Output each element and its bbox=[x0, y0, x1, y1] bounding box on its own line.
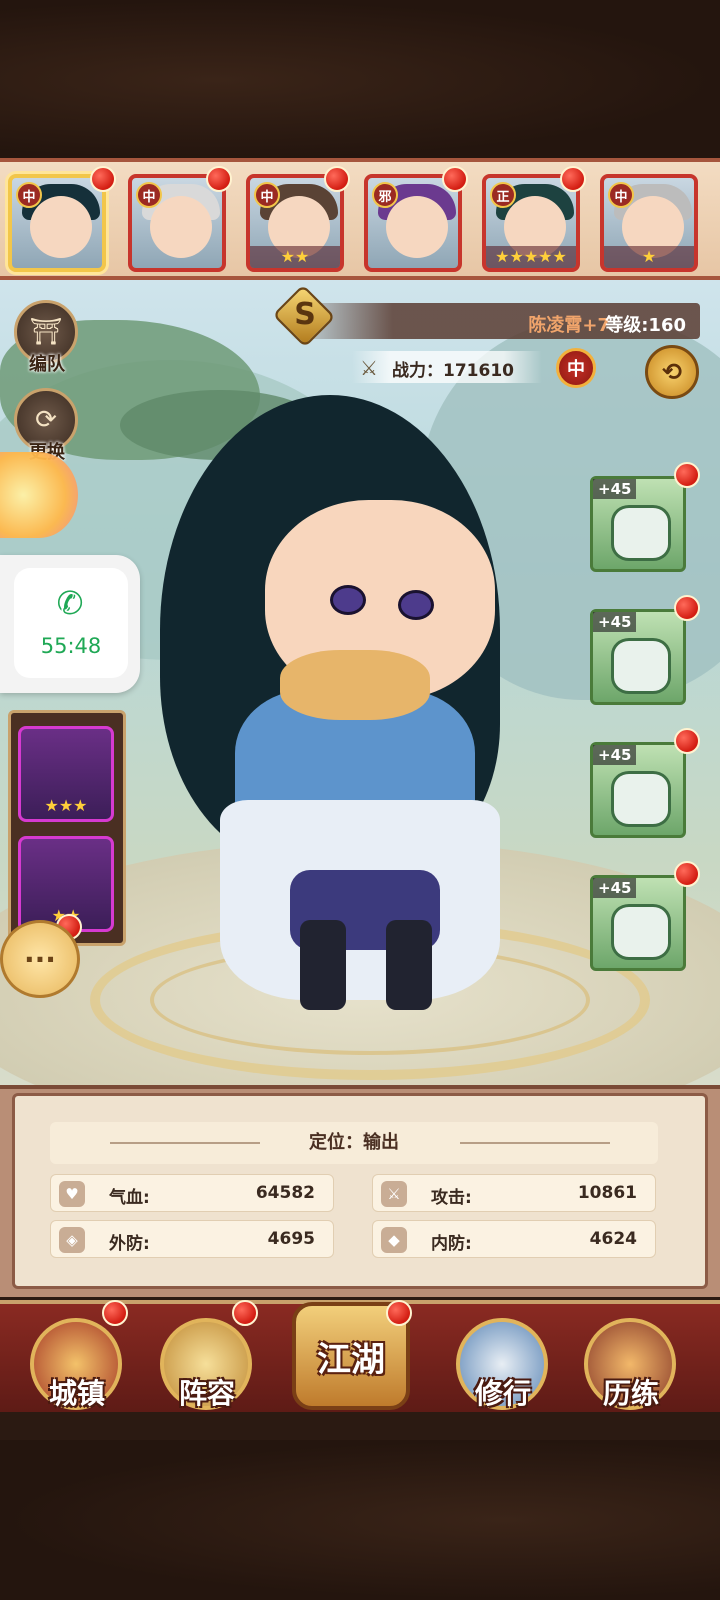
enhance-level: +45 bbox=[593, 479, 637, 499]
event-badge[interactable] bbox=[0, 452, 78, 538]
stat-attack: ⚔ 攻击: 10861 bbox=[372, 1174, 656, 1212]
sword-icon: ⚔ bbox=[381, 1181, 407, 1207]
enhance-level: +45 bbox=[593, 745, 637, 765]
alert-dot bbox=[442, 166, 468, 192]
faction-tag: 中 bbox=[254, 182, 280, 208]
crossed-swords-icon: ⚔ bbox=[360, 356, 378, 380]
nav-jianghu-label: 江湖 bbox=[317, 1340, 385, 1380]
faction-tag: 邪 bbox=[372, 182, 398, 208]
nav-lineup-label: 阵容 bbox=[178, 1377, 235, 1410]
hero-scarf bbox=[280, 650, 430, 720]
hero-card-1[interactable]: 中 bbox=[8, 174, 106, 272]
equip-helmet[interactable]: +45 bbox=[590, 875, 686, 971]
stat-value: 4695 bbox=[267, 1229, 315, 1249]
hero-stars: ★★ bbox=[250, 246, 340, 268]
hero-stars: ★★★★★ bbox=[486, 246, 576, 268]
flame-shield-icon: ◆ bbox=[381, 1227, 407, 1253]
faction-badge: 中 bbox=[556, 348, 596, 388]
equip-weapon[interactable]: +45 bbox=[590, 476, 686, 572]
swap-hero-icon[interactable]: ⟲ bbox=[645, 345, 699, 399]
alert-dot bbox=[560, 166, 586, 192]
hero-roster-bar: 中 中 中 ★★ 邪 正 ★★★★★ 中 ★ bbox=[0, 158, 720, 280]
alert-dot bbox=[674, 462, 700, 488]
nav-town-label: 城镇 bbox=[48, 1377, 105, 1410]
stat-inner-defense: ◆ 内防: 4624 bbox=[372, 1220, 656, 1258]
alert-dot bbox=[324, 166, 350, 192]
stat-label: 外防: bbox=[109, 1234, 150, 1254]
boots-icon bbox=[611, 638, 671, 694]
hero-name: 陈凌霄+7 bbox=[528, 315, 610, 336]
alert-dot bbox=[674, 861, 700, 887]
formation-label: 编队 bbox=[29, 354, 65, 375]
top-frame bbox=[0, 0, 720, 160]
nav-cultivate-label: 修行 bbox=[474, 1377, 531, 1410]
faction-tag: 正 bbox=[490, 182, 516, 208]
stat-label: 攻击: bbox=[431, 1188, 472, 1208]
call-timer: 55:48 bbox=[40, 634, 102, 658]
divider bbox=[460, 1142, 610, 1144]
equip-boots[interactable]: +45 bbox=[590, 609, 686, 705]
alert-dot bbox=[90, 166, 116, 192]
artifact-slot-1[interactable]: ★★★ bbox=[18, 726, 114, 822]
hero-leg-right bbox=[386, 920, 432, 1010]
enhance-level: +45 bbox=[593, 612, 637, 632]
shield-icon: ◈ bbox=[59, 1227, 85, 1253]
stat-value: 10861 bbox=[577, 1183, 637, 1203]
stat-value: 64582 bbox=[255, 1183, 315, 1203]
combat-power: 战力：171610 bbox=[392, 361, 514, 381]
stat-outer-defense: ◈ 外防: 4695 bbox=[50, 1220, 334, 1258]
stat-hp: ♥ 气血: 64582 bbox=[50, 1174, 334, 1212]
helmet-icon bbox=[611, 904, 671, 960]
phone-icon: ✆ bbox=[56, 584, 84, 622]
armor-icon bbox=[611, 771, 671, 827]
artifact-stars: ★★★ bbox=[44, 796, 88, 815]
hero-eye-left bbox=[330, 585, 366, 615]
banner-icon: ⛩ bbox=[29, 317, 63, 347]
divider bbox=[110, 1142, 260, 1144]
alert-dot bbox=[232, 1300, 258, 1326]
hero-name-bar: 陈凌霄+7 等级:160 bbox=[290, 303, 700, 339]
faction-tag: 中 bbox=[136, 182, 162, 208]
alert-dot bbox=[386, 1300, 412, 1326]
heart-icon: ♥ bbox=[59, 1181, 85, 1207]
hero-eye-right bbox=[398, 590, 434, 620]
bottom-frame bbox=[0, 1440, 720, 1600]
equip-armor[interactable]: +45 bbox=[590, 742, 686, 838]
alert-dot bbox=[206, 166, 232, 192]
chat-bubble-icon[interactable]: ··· bbox=[0, 920, 80, 998]
enhance-level: +45 bbox=[593, 878, 637, 898]
hero-stars: ★ bbox=[604, 246, 694, 268]
refresh-icon: ⟳ bbox=[35, 405, 57, 435]
faction-tag: 中 bbox=[16, 182, 42, 208]
sword-icon bbox=[611, 505, 671, 561]
nav-trial-label: 历练 bbox=[602, 1377, 659, 1410]
alert-dot bbox=[674, 595, 700, 621]
stat-label: 内防: bbox=[431, 1234, 472, 1254]
grade-letter: S bbox=[294, 297, 316, 332]
alert-dot bbox=[674, 728, 700, 754]
stat-label: 气血: bbox=[109, 1188, 150, 1208]
hero-card-6[interactable]: 中 ★ bbox=[600, 174, 698, 272]
stat-value: 4624 bbox=[589, 1229, 637, 1249]
hero-level: 等级:160 bbox=[605, 315, 686, 336]
hero-leg-left bbox=[300, 920, 346, 1010]
faction-tag: 中 bbox=[608, 182, 634, 208]
alert-dot bbox=[102, 1300, 128, 1326]
